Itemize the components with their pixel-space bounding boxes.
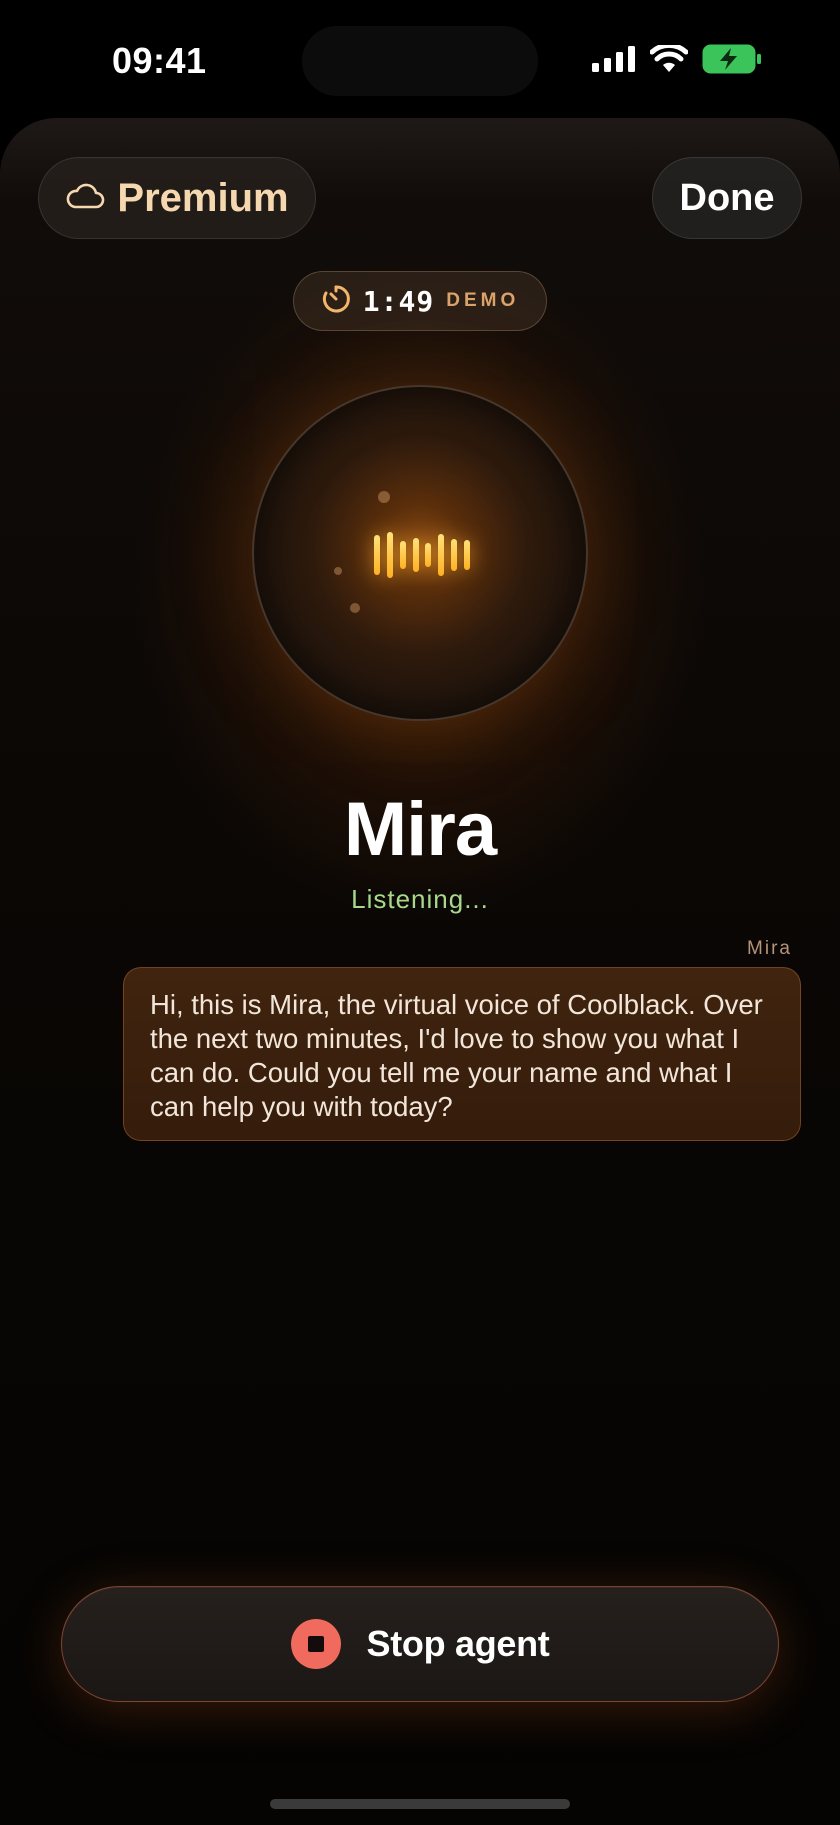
agent-name: Mira (343, 787, 497, 872)
waveform-icon (374, 527, 470, 583)
battery-charging-icon (702, 44, 762, 79)
status-bar: 09:41 (0, 0, 840, 120)
demo-timer: 1:49 DEMO (293, 271, 547, 331)
agent-orb[interactable] (252, 385, 588, 721)
premium-button[interactable]: Premium (38, 157, 316, 239)
signal-icon (592, 46, 636, 77)
done-button[interactable]: Done (652, 157, 802, 239)
timer-icon (321, 284, 351, 319)
stop-icon (290, 1619, 341, 1669)
wifi-icon (649, 42, 689, 78)
stop-agent-button[interactable]: Stop agent (61, 1586, 779, 1702)
demo-tag: DEMO (446, 290, 520, 311)
home-indicator (270, 1799, 570, 1809)
message-bubble: Hi, this is Mira, the virtual voice of C… (123, 967, 801, 1141)
agent-status: Listening... (351, 884, 489, 914)
status-icons (592, 42, 762, 79)
stop-agent-label: Stop agent (366, 1623, 550, 1664)
status-time: 09:41 (112, 40, 207, 81)
timer-value: 1:49 (362, 284, 435, 318)
voice-agent-screen: 09:41 Premium Done 1:49 DEMO Mira Listen… (0, 0, 840, 1825)
premium-label: Premium (117, 175, 289, 220)
agent-sheet: Premium Done 1:49 DEMO Mira Listening...… (0, 118, 840, 1825)
message-speaker: Mira (747, 938, 792, 959)
dynamic-island (302, 26, 538, 96)
orb-circle (252, 385, 588, 721)
cloud-icon (65, 182, 105, 215)
